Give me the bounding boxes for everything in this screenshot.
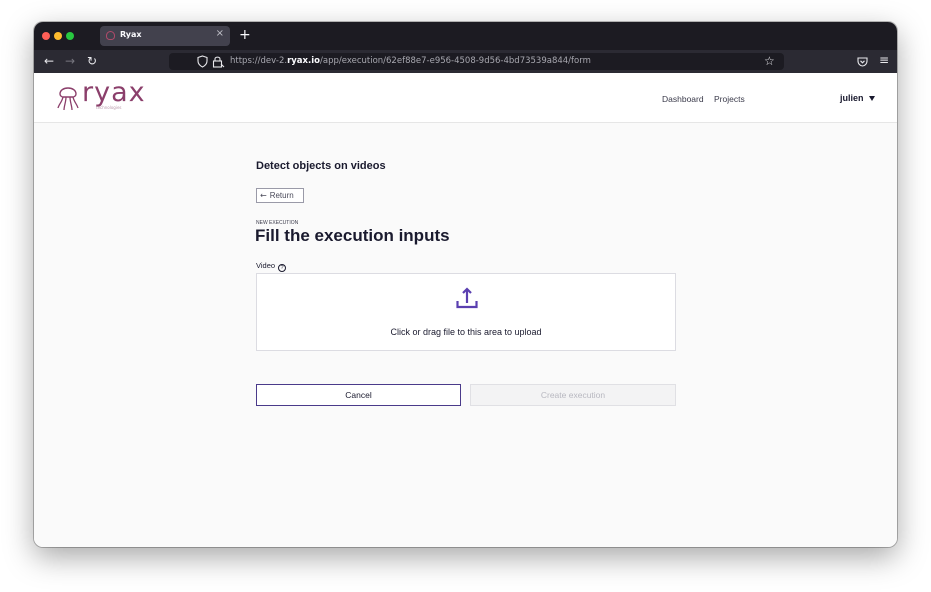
tab-title: Ryax [120,30,142,39]
upload-icon [456,287,478,309]
url-path: /app/execution/62ef88e7-e956-4508-9d56-4… [320,56,591,66]
ryax-favicon-icon [106,31,115,40]
forward-icon[interactable]: → [65,54,75,68]
user-name: julien [840,93,864,103]
tab-ryax[interactable]: Ryax × [100,26,230,46]
pocket-icon[interactable] [857,56,868,67]
minimize-window-button[interactable] [54,32,62,40]
reload-icon[interactable]: ↻ [87,54,97,68]
url-prefix: https://dev-2. [230,56,288,66]
video-upload-dropzone[interactable]: Click or drag file to this area to uploa… [256,273,676,351]
logo-tagline: technologies [96,105,122,110]
create-execution-button[interactable]: Create execution [470,384,676,406]
browser-window: Ryax × + ← → ↻ https://dev-2.ryax.io/app… [34,22,897,547]
return-label: Return [269,191,294,200]
cancel-button[interactable]: Cancel [256,384,461,406]
back-icon[interactable]: ← [44,54,54,68]
url-domain: ryax.io [287,56,321,66]
logo-text: ryax [82,77,146,108]
close-window-button[interactable] [42,32,50,40]
bookmark-star-icon[interactable]: ☆ [764,54,775,68]
app-header: ryax technologies Dashboard Projects jul… [34,73,897,123]
url-text[interactable]: https://dev-2.ryax.io/app/execution/62ef… [230,56,591,66]
url-bar[interactable]: https://dev-2.ryax.io/app/execution/62ef… [169,53,784,70]
main-content: Detect objects on videos ← Return NEW EXE… [34,123,897,547]
caret-down-icon [868,96,875,102]
tab-bar: Ryax × + [34,22,897,50]
nav-projects[interactable]: Projects [714,94,745,104]
navigation-bar: ← → ↻ https://dev-2.ryax.io/app/executio… [34,50,897,73]
workflow-title: Detect objects on videos [256,160,386,172]
page-title: Fill the execution inputs [255,226,450,245]
video-label-text: Video [256,261,276,270]
return-button[interactable]: ← Return [256,188,304,203]
help-icon[interactable]: ? [278,264,287,272]
video-field-label: Video? [256,261,287,272]
lock-icon[interactable] [212,55,225,68]
user-menu[interactable]: julien [840,93,875,103]
nav-dashboard[interactable]: Dashboard [662,94,704,104]
menu-icon[interactable]: ≡ [879,53,889,67]
zoom-window-button[interactable] [66,32,74,40]
arrow-left-icon: ← [260,191,267,200]
upload-hint: Click or drag file to this area to uploa… [390,327,542,337]
shield-icon[interactable] [197,55,208,68]
tab-close-icon[interactable]: × [216,28,224,39]
ryax-logo[interactable]: ryax technologies [56,77,145,113]
octopus-logo-icon [57,87,79,111]
new-tab-button[interactable]: + [239,26,251,44]
